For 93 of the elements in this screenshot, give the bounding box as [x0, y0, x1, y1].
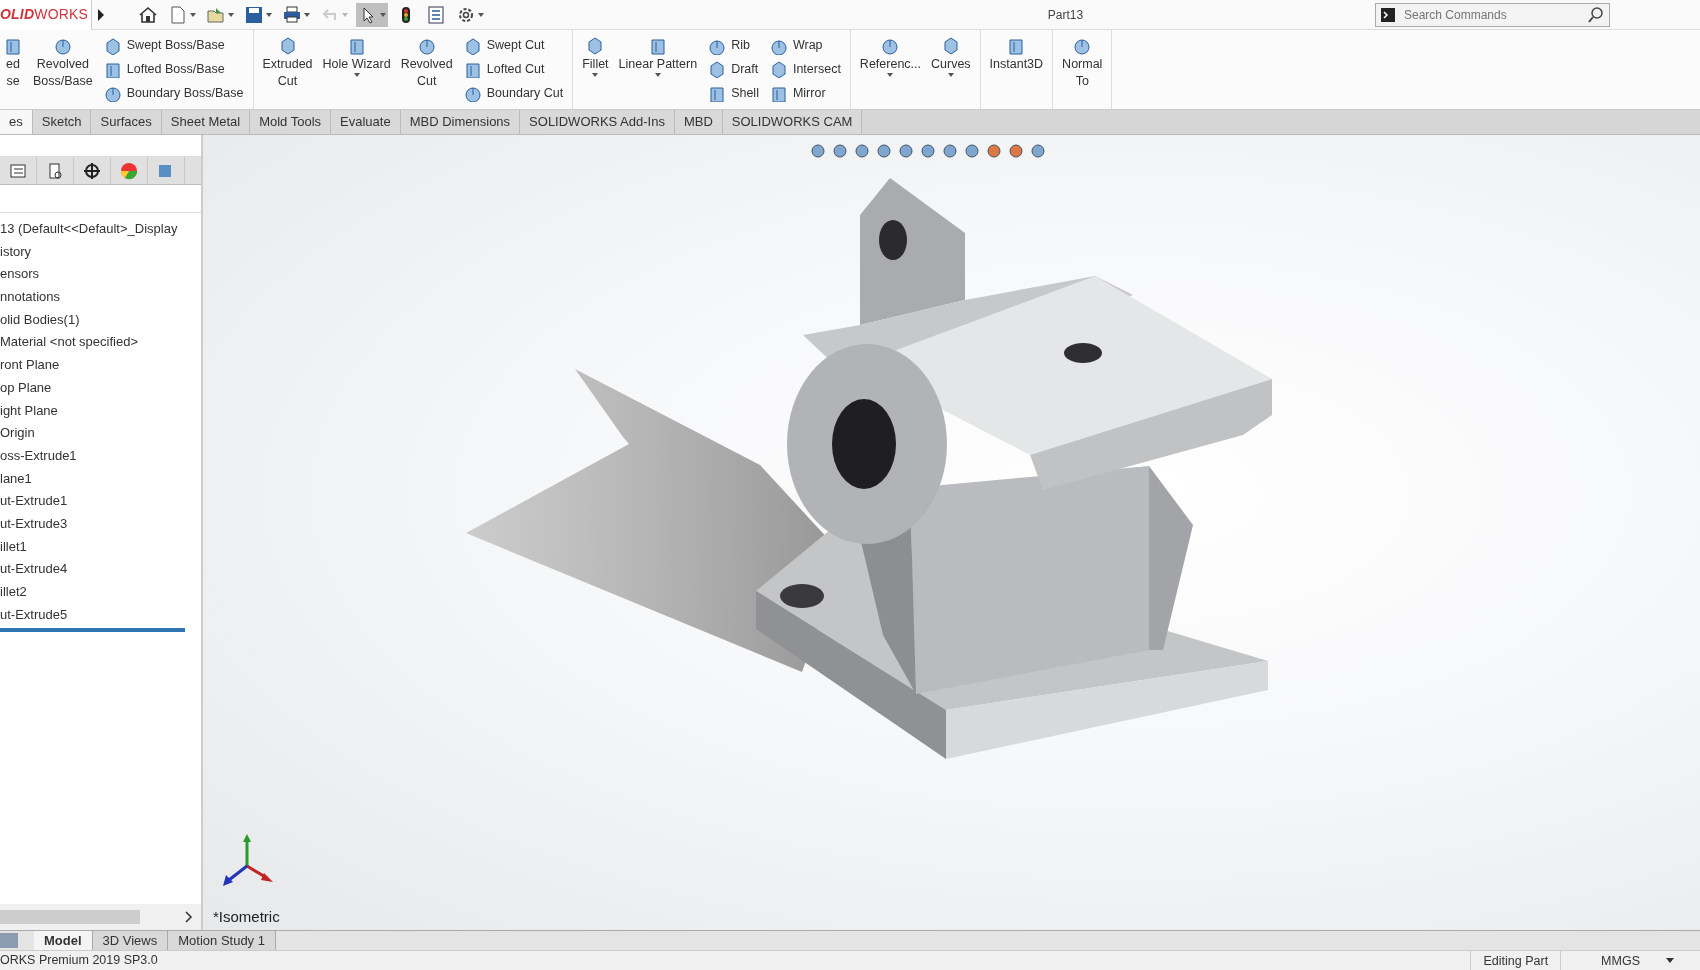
app-logo: OLIDWORKS: [0, 0, 92, 30]
search-box[interactable]: Search Commands: [1375, 2, 1610, 27]
tree-item[interactable]: oss-Extrude1: [0, 444, 201, 468]
tree-item[interactable]: Origin: [0, 422, 201, 445]
tree-item[interactable]: lane1: [0, 467, 201, 491]
ribbon-button[interactable]: Lofted Cut: [459, 60, 567, 79]
tree-item[interactable]: ront Plane: [0, 354, 201, 377]
search-icon[interactable]: [1587, 5, 1605, 24]
tree-item[interactable]: olid Bodies(1): [0, 308, 201, 332]
dropdown-caret-icon: [190, 12, 196, 17]
ribbon-button[interactable]: Swept Cut: [459, 36, 567, 56]
home-icon: [138, 4, 158, 25]
tree-item[interactable]: ut-Extrude4: [0, 558, 201, 581]
ribbon-button[interactable]: Instant3D: [986, 32, 1047, 107]
ribbon-button[interactable]: Fillet: [579, 32, 612, 107]
feature-icon: [102, 84, 121, 103]
view-orientation-label: *Isometric: [213, 906, 280, 927]
bottom-tab[interactable]: Motion Study 1: [168, 931, 276, 950]
tree-item[interactable]: nnotations: [0, 286, 201, 309]
property-icon: [46, 161, 64, 180]
scrollbar-thumb[interactable]: [0, 910, 140, 924]
ribbon-button[interactable]: Referenc...: [856, 32, 924, 107]
ribbon-button[interactable]: Linear Pattern: [615, 32, 701, 107]
tree-item[interactable]: ut-Extrude1: [0, 490, 201, 513]
feature-icon: [880, 36, 901, 56]
ribbon-button[interactable]: Draft: [704, 60, 762, 79]
dropdown-caret-icon: [342, 12, 348, 17]
dropdown-caret-icon: [478, 12, 484, 17]
tree-item[interactable]: illet2: [0, 581, 201, 604]
printer-icon: [282, 4, 302, 25]
ribbon-button[interactable]: Hole Wizard: [319, 32, 394, 107]
feature-icon: [1072, 36, 1093, 56]
dropdown-caret-icon: [654, 73, 661, 77]
bottom-tab[interactable]: Model: [34, 931, 93, 950]
window-title: Part13: [1046, 6, 1085, 24]
ribbon-button[interactable]: Boundary Boss/Base: [99, 83, 247, 103]
ribbon-tab[interactable]: es: [0, 110, 33, 134]
dropdown-caret-icon: [592, 73, 599, 77]
tree-item[interactable]: ut-Extrude3: [0, 512, 201, 536]
search-field[interactable]: Search Commands: [1402, 4, 1581, 25]
dropdown-caret-icon[interactable]: [1666, 957, 1674, 964]
bottom-tab[interactable]: 3D Views: [92, 931, 169, 950]
ribbon-button[interactable]: ed se: [0, 32, 26, 107]
dropdown-caret-icon: [947, 73, 954, 77]
tree-item[interactable]: ensors: [0, 263, 201, 287]
ribbon-button[interactable]: Swept Boss/Base: [99, 36, 247, 56]
ribbon-button[interactable]: Mirror: [765, 83, 844, 103]
dropdown-caret-icon: [266, 12, 272, 17]
rollback-bar[interactable]: [0, 628, 185, 633]
tree-item[interactable]: Material <not specified>: [0, 331, 201, 355]
ribbon-button[interactable]: Wrap: [765, 36, 844, 56]
ribbon-button[interactable]: Intersect: [765, 60, 844, 79]
list-icon: [426, 4, 446, 25]
ribbon-button[interactable]: Extruded Cut: [259, 32, 316, 107]
dropdown-caret-icon: [304, 12, 310, 17]
scroll-right-icon[interactable]: [184, 911, 194, 923]
graphics-viewport[interactable]: *Isometric: [203, 135, 1700, 930]
tree-item[interactable]: istory: [0, 240, 201, 264]
ribbon-button[interactable]: Lofted Boss/Base: [99, 60, 247, 79]
dropdown-caret-icon: [228, 12, 234, 17]
tree-item[interactable]: illet1: [0, 535, 201, 559]
ribbon-button[interactable]: Revolved Cut: [397, 32, 456, 107]
dropdown-caret-icon: [887, 73, 894, 77]
feature-icon: [3, 36, 23, 56]
status-field: MMGS: [1560, 950, 1652, 970]
crosshair-icon: [83, 161, 101, 180]
feature-icon: [52, 36, 73, 56]
feature-icon: [707, 84, 726, 103]
ribbon-button[interactable]: Rib: [704, 36, 762, 56]
tree-item[interactable]: ight Plane: [0, 399, 201, 423]
panel-icon: [0, 931, 18, 950]
tree-item[interactable]: op Plane: [0, 376, 201, 400]
tree-icon: [9, 161, 27, 180]
toolbar-button[interactable]: [356, 2, 388, 27]
ribbon-button[interactable]: Normal To: [1059, 32, 1106, 107]
tree-item[interactable]: 13 (Default<<Default>_Display: [0, 218, 201, 241]
ribbon-button[interactable]: Shell: [704, 83, 762, 103]
product-version-text: ORKS Premium 2019 SP3.0: [0, 952, 158, 970]
expand-arrow-icon[interactable]: [96, 7, 106, 22]
ribbon-button[interactable]: Revolved Boss/Base: [30, 32, 96, 107]
command-prompt-icon: [1380, 6, 1396, 23]
feature-icon: [707, 60, 726, 79]
feature-icon: [462, 84, 481, 103]
feature-icon: [416, 36, 437, 56]
dropdown-caret-icon: [380, 12, 386, 17]
color-wheel-icon: [120, 161, 138, 180]
save-icon: [244, 4, 264, 25]
ribbon-button[interactable]: Curves: [928, 32, 974, 107]
ribbon-button[interactable]: Boundary Cut: [459, 83, 567, 103]
document-icon: [168, 4, 188, 25]
tree-item[interactable]: ut-Extrude5: [0, 603, 201, 627]
status-field: Editing Part: [1470, 950, 1561, 970]
dropdown-caret-icon: [353, 73, 360, 77]
